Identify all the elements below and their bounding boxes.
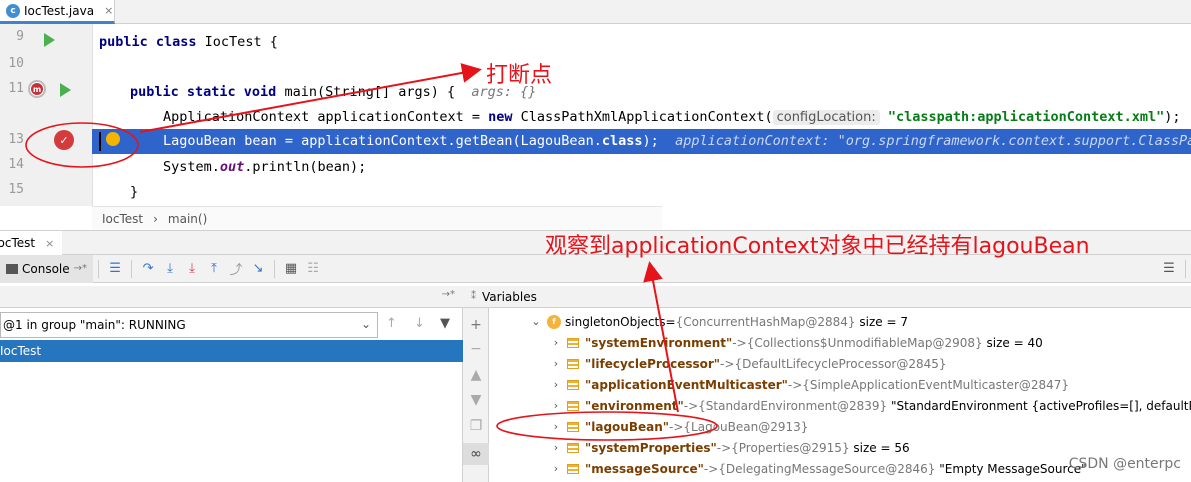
breakpoint-arrow (139, 63, 482, 133)
watermark: CSDN @enterpc (1068, 456, 1181, 472)
lagoubean-highlight-ellipse (496, 411, 718, 441)
annotation-observe-label: 观察到applicationContext对象中已经持有lagouBean (545, 234, 1090, 259)
observe-arrow (643, 261, 679, 413)
annotation-breakpoint-label: 打断点 (486, 63, 553, 88)
breakpoint-highlight-ellipse (25, 122, 139, 168)
